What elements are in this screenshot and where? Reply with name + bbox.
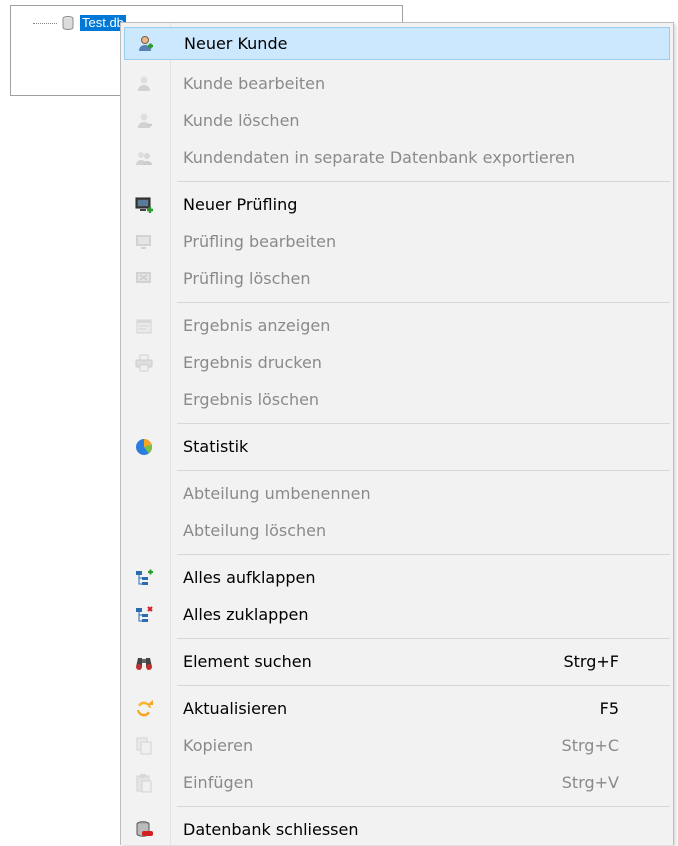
menu-item-label: Kundendaten in separate Datenbank export… [183,148,575,167]
tree-collapse-icon [134,605,154,625]
menu-item-edit-device[interactable]: Prüfling bearbeiten [124,225,670,258]
menu-item-edit-customer[interactable]: Kunde bearbeiten [124,67,670,100]
user-delete-icon [134,111,154,131]
menu-item-export-customer[interactable]: Kundendaten in separate Datenbank export… [124,141,670,174]
menu-item-statistics[interactable]: Statistik [124,430,670,463]
user-icon [134,74,154,94]
tree-node-root[interactable]: Test.db [33,14,126,32]
menu-item-label: Ergebnis löschen [183,390,320,409]
menu-item-label: Kopieren [183,736,254,755]
menu-item-label: Ergebnis anzeigen [183,316,331,335]
menu-item-label: Ergebnis drucken [183,353,322,372]
monitor-delete-icon [134,269,154,289]
monitor-add-icon [134,195,154,215]
menu-item-new-device[interactable]: Neuer Prüfling [124,188,670,221]
monitor-icon [134,232,154,252]
menu-item-label: Element suchen [183,652,312,671]
menu-item-label: Datenbank schliessen [183,820,359,839]
menu-item-show-result[interactable]: Ergebnis anzeigen [124,309,670,342]
menu-item-label: Abteilung löschen [183,521,327,540]
menu-item-label: Alles zuklappen [183,605,309,624]
menu-separator [177,554,670,555]
menu-separator [177,181,670,182]
tree-connector [33,22,57,24]
menu-item-delete-result[interactable]: Ergebnis löschen [124,383,670,416]
menu-item-label: Kunde bearbeiten [183,74,326,93]
database-icon [62,16,74,31]
paste-icon [134,773,154,793]
printer-icon [134,353,154,373]
menu-item-rename-department[interactable]: Abteilung umbenennen [124,477,670,510]
context-menu: Neuer Kunde Kunde bearbeiten Kunde lösch… [120,22,674,845]
menu-item-label: Aktualisieren [183,699,288,718]
menu-item-paste[interactable]: Einfügen Strg+V [124,766,670,799]
menu-item-label: Alles aufklappen [183,568,316,587]
users-export-icon [134,148,154,168]
menu-item-label: Prüfling bearbeiten [183,232,337,251]
tree-expand-icon [134,568,154,588]
menu-item-shortcut: F5 [599,699,619,718]
menu-separator [177,638,670,639]
report-icon [134,316,154,336]
menu-separator [177,806,670,807]
menu-item-delete-department[interactable]: Abteilung löschen [124,514,670,547]
menu-separator [177,423,670,424]
copy-icon [134,736,154,756]
menu-item-close-database[interactable]: Datenbank schliessen [124,813,670,846]
menu-item-refresh[interactable]: Aktualisieren F5 [124,692,670,725]
add-user-icon [135,34,155,54]
menu-item-label: Kunde löschen [183,111,300,130]
database-close-icon [134,820,154,840]
menu-item-label: Neuer Prüfling [183,195,298,214]
menu-item-label: Statistik [183,437,249,456]
menu-item-label: Einfügen [183,773,254,792]
menu-item-label: Prüfling löschen [183,269,311,288]
menu-separator [177,302,670,303]
binoculars-icon [134,652,154,672]
menu-item-shortcut: Strg+C [561,736,619,755]
refresh-icon [134,699,154,719]
menu-item-shortcut: Strg+V [561,773,619,792]
menu-item-print-result[interactable]: Ergebnis drucken [124,346,670,379]
menu-item-collapse-all[interactable]: Alles zuklappen [124,598,670,631]
menu-item-shortcut: Strg+F [563,652,620,671]
menu-item-delete-customer[interactable]: Kunde löschen [124,104,670,137]
pie-chart-icon [134,437,154,457]
menu-item-label: Abteilung umbenennen [183,484,371,503]
menu-separator [177,685,670,686]
menu-item-copy[interactable]: Kopieren Strg+C [124,729,670,762]
menu-item-label: Neuer Kunde [184,34,288,53]
menu-separator [177,470,670,471]
menu-item-find-element[interactable]: Element suchen Strg+F [124,645,670,678]
menu-item-delete-device[interactable]: Prüfling löschen [124,262,670,295]
menu-item-expand-all[interactable]: Alles aufklappen [124,561,670,594]
menu-item-new-customer[interactable]: Neuer Kunde [124,27,670,60]
